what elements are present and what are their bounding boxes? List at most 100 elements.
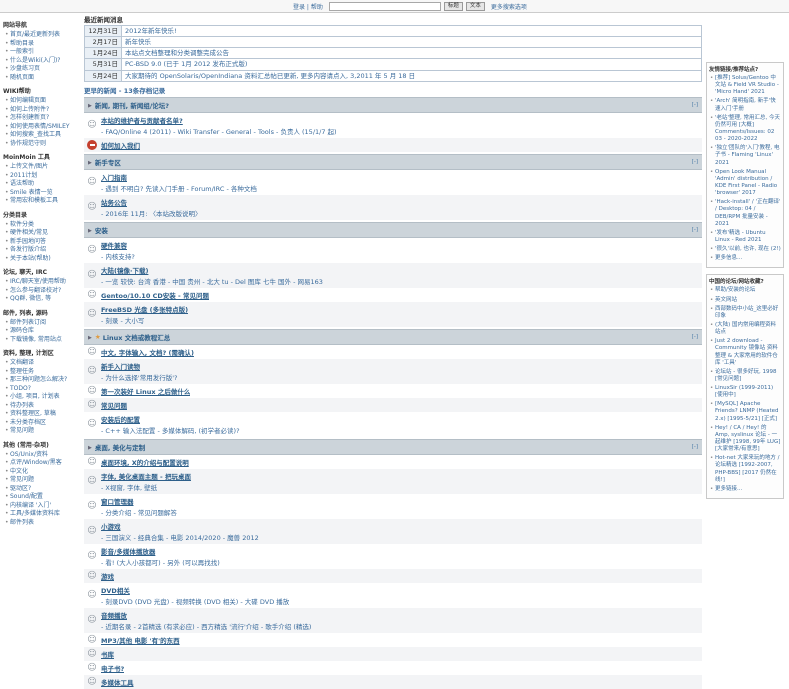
sidebar-link[interactable]: 如何搜索_查找工具 (3, 131, 82, 139)
external-link[interactable]: Open Look Manual 'Admin' distribution / … (709, 169, 781, 198)
sidebar-link[interactable]: 如何上传附件? (3, 106, 82, 114)
topic-title-link[interactable]: 游戏 (101, 571, 114, 581)
sidebar-link[interactable]: 中文化 (3, 468, 82, 476)
topic-title-link[interactable]: FreeBSD 光盘 (多张特点版) (101, 304, 188, 314)
sidebar-link[interactable]: 工具/多媒体资料库 (3, 510, 82, 518)
external-link[interactable]: (大陆) 国内常用编程资料站点 (709, 322, 781, 336)
sidebar-link[interactable]: 邮件列表 (3, 519, 82, 527)
section-header-bar[interactable]: Linux 文档或教程汇总 [-] (84, 329, 702, 345)
sidebar-link[interactable]: QQ群, 微信, 等 (3, 295, 82, 303)
external-link[interactable]: 英文网站 (709, 297, 781, 304)
sidebar-link[interactable]: 常见问题 (3, 427, 82, 435)
topic-title-link[interactable]: 小游戏 (101, 521, 259, 531)
topic-title-link[interactable]: Gentoo/10.10 CD安装 - 常见问题 (101, 290, 209, 300)
news-text-link[interactable]: 2012年新年快乐! (122, 26, 702, 37)
collapse-arrow-icon[interactable] (88, 443, 95, 451)
external-link[interactable]: 更多信息... (709, 255, 781, 262)
topic-sublinks[interactable]: - 看! (大人小孩都可) - 另外 (可以再找找) (101, 557, 220, 567)
search-text-button[interactable]: 文本 (466, 2, 485, 11)
external-link[interactable]: 更多链接... (709, 486, 781, 493)
sidebar-link[interactable]: 常用宏和模板工具 (3, 197, 82, 205)
more-search-options-link[interactable]: 更多搜索选项 (491, 2, 527, 11)
sidebar-link[interactable]: 文档翻译 (3, 359, 82, 367)
external-link[interactable]: 帮助/安装的论坛 (709, 287, 781, 294)
sidebar-link[interactable]: 驱动区? (3, 485, 82, 493)
sidebar-link[interactable]: 硬件相关/常见 (3, 229, 82, 237)
collapse-toggle-link[interactable]: [-] (692, 334, 698, 340)
topic-title-link[interactable]: 窗口管理器 (101, 496, 177, 506)
section-title[interactable]: 新闻, 期刊, 新闻组/论坛? (95, 100, 169, 110)
sidebar-link[interactable]: 如何使用表情/SMILEY (3, 123, 82, 131)
sidebar-link[interactable]: 首页/最近更新列表 (3, 31, 82, 39)
sidebar-link[interactable]: 未分类存档区 (3, 419, 82, 427)
sidebar-link[interactable]: 帮助目录 (3, 40, 82, 48)
topic-sublinks[interactable]: - FAQ/Online 4 (2011) - Wiki Transfer - … (101, 126, 337, 136)
news-text-link[interactable]: 新年快乐 (122, 37, 702, 48)
topic-title-link[interactable]: 中文, 字体输入, 文档? (需确认) (101, 347, 194, 357)
sidebar-link[interactable]: 软件分类 (3, 221, 82, 229)
collapse-arrow-icon[interactable] (88, 158, 95, 166)
sidebar-link[interactable]: 什么是Wiki(入门)? (3, 57, 82, 65)
search-titles-button[interactable]: 标题 (444, 2, 463, 11)
account-links[interactable]: 登录 | 帮助 (293, 2, 323, 11)
sidebar-link[interactable]: 源码仓库 (3, 327, 82, 335)
sidebar-link[interactable]: 各发行版介绍 (3, 246, 82, 254)
sidebar-link[interactable]: Sound/配置 (3, 493, 82, 501)
collapse-toggle-link[interactable]: [-] (692, 227, 698, 233)
sidebar-link[interactable]: 语法帮助 (3, 180, 82, 188)
topic-title-link[interactable]: 第一次装好 Linux 之后做什么 (101, 386, 190, 396)
topic-title-link[interactable]: 书库 (101, 649, 114, 659)
external-link[interactable]: '老站'整理, 常用汇总, 今天仍然可用 [大概] Comments/Issue… (709, 115, 781, 144)
topic-title-link[interactable]: MP3/其他 电影 '有'的东西 (101, 635, 180, 645)
sidebar-link[interactable]: 点评/Window/黑客 (3, 459, 82, 467)
topic-title-link[interactable]: 安装后的配置 (101, 414, 240, 424)
sidebar-link[interactable]: 2011计划 (3, 172, 82, 180)
news-archive-link[interactable]: 更早的新闻 - 13条存档记录 (84, 85, 702, 95)
topic-sublinks[interactable]: - 为什么选择'常用发行版'? (101, 372, 177, 382)
external-link[interactable]: 'Hack-install' / '正在翻译' / Desktop: 04 / … (709, 199, 781, 228)
topic-title-link[interactable]: 桌面环境, X的介绍与配置说明 (101, 457, 189, 467)
sidebar-link[interactable]: 整理任务 (3, 368, 82, 376)
external-link[interactable]: 论坛站 - 很多好玩, 1998 [常见问题] (709, 369, 781, 383)
topic-sublinks[interactable]: - 刻录 - 大小写 (101, 315, 188, 325)
sidebar-link[interactable]: TODO? (3, 385, 82, 393)
collapse-toggle-link[interactable]: [-] (692, 102, 698, 108)
collapse-toggle-link[interactable]: [-] (692, 444, 698, 450)
section-title[interactable]: 桌面, 美化与定制 (95, 442, 145, 452)
external-link[interactable]: 西部数码中小站_这里必好印象 (709, 306, 781, 320)
topic-sublinks[interactable]: - 刻录DVD (DVD 光盘) - 视频转换 (DVD 相关) - 大碟 DV… (101, 596, 289, 606)
sidebar-link[interactable]: 关于本站(帮助) (3, 255, 82, 263)
sidebar-link[interactable]: 沙盘练习页 (3, 65, 82, 73)
sidebar-link[interactable]: 怎样创建新页? (3, 114, 82, 122)
topic-sublinks[interactable]: - 一览 较快: 台湾 香港 - 中国 贵州 - 北大 tu - Del 图库 … (101, 276, 323, 286)
topic-title-link[interactable]: 硬件兼容 (101, 240, 135, 250)
topic-sublinks[interactable]: - 内核支持? (101, 251, 135, 261)
topic-sublinks[interactable]: - 三国演义 - 经典合集 - 电影 2014/2020 - 魔兽 2012 (101, 532, 259, 542)
section-header-bar[interactable]: 桌面, 美化与定制 [-] (84, 439, 702, 455)
sidebar-link[interactable]: 一般索引 (3, 48, 82, 56)
external-link[interactable]: Just 2 download - Community 镜像站 资料整理 & 大… (709, 338, 781, 367)
sidebar-link[interactable]: 那三种问题怎么解决? (3, 376, 82, 384)
topic-title-link[interactable]: DVD相关 (101, 585, 289, 595)
topic-title-link[interactable]: 字体, 美化桌面主题 - 把玩桌面 (101, 471, 191, 481)
search-input[interactable] (329, 2, 441, 11)
collapse-arrow-icon[interactable] (88, 226, 95, 234)
external-link[interactable]: '独立'团队的'入门'教程, 电子书 - Flaming 'Linux' 202… (709, 145, 781, 166)
sidebar-link[interactable]: OS/Unix/资料 (3, 451, 82, 459)
section-header-bar[interactable]: 安装 [-] (84, 222, 702, 238)
topic-title-link[interactable]: 常见问题 (101, 400, 127, 410)
external-link[interactable]: '很久'以前, 也许, 现在 (2!) (709, 246, 781, 253)
external-link[interactable]: 'Arch' 简明指南, 新手'快速入门'手册 (709, 98, 781, 112)
sidebar-link[interactable]: 新手园地问答 (3, 238, 82, 246)
topic-title-link[interactable]: 站务公告 (101, 197, 202, 207)
sidebar-link[interactable]: 上传文件/图片 (3, 163, 82, 171)
topic-sublinks[interactable]: - X视窗, 字体, 壁纸 (101, 482, 191, 492)
topic-sublinks[interactable]: - 遇到 不明白? 先读入门手册 - Forum/IRC - 各种文档 (101, 183, 257, 193)
sidebar-link[interactable]: IRC/聊天室/使用帮助 (3, 278, 82, 286)
news-text-link[interactable]: 本站点文档整理和分类调整完成公告 (122, 48, 702, 59)
topic-title-link[interactable]: 多媒体工具 (101, 677, 134, 687)
sidebar-link[interactable]: 下载镜像, 常用站点 (3, 336, 82, 344)
news-text-link[interactable]: 大家期待的 OpenSolaris/OpenIndiana 资料汇总帖已更新, … (122, 70, 702, 81)
section-title[interactable]: 安装 (95, 225, 108, 235)
topic-title-link[interactable]: 入门指南 (101, 172, 257, 182)
